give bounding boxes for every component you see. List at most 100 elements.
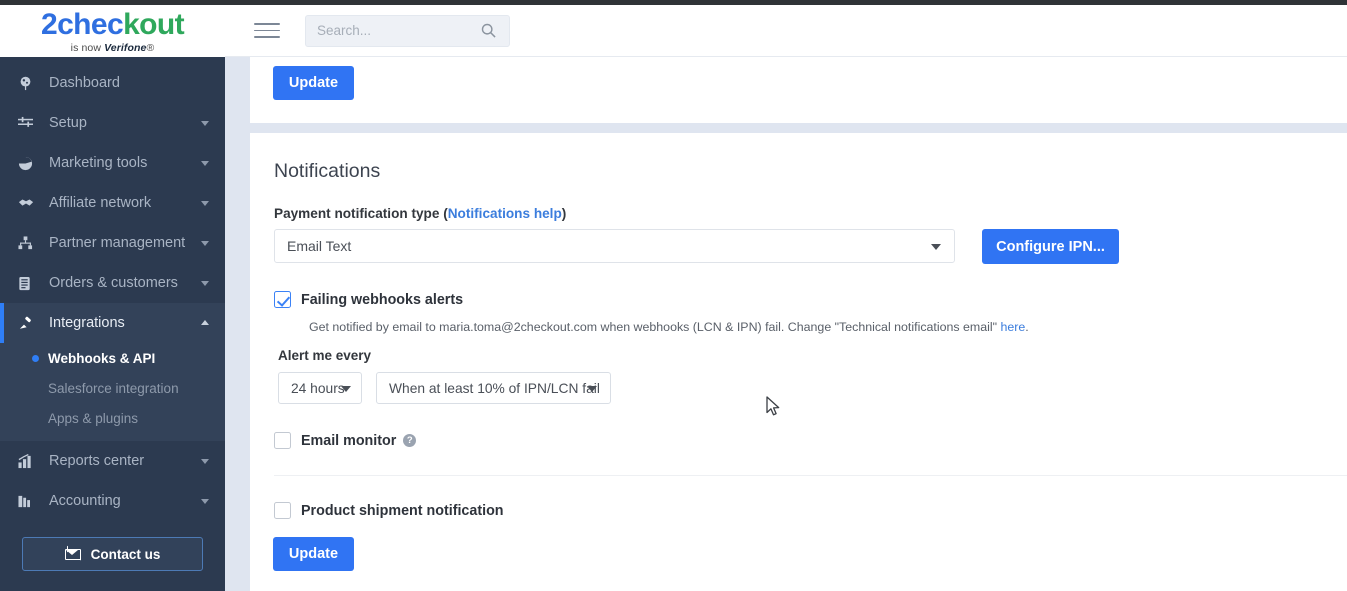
chevron-down-icon bbox=[587, 386, 597, 392]
sidebar-item-label: Affiliate network bbox=[49, 195, 152, 211]
sidebar: 2checkout is now Verifone® Dashboard Set… bbox=[0, 5, 225, 591]
sidebar-item-label: Dashboard bbox=[49, 75, 120, 91]
product-shipment-notification-label: Product shipment notification bbox=[301, 502, 504, 519]
sidebar-item-webhooks-api[interactable]: Webhooks & API bbox=[0, 343, 225, 373]
sidebar-item-integrations[interactable]: Integrations bbox=[0, 303, 225, 343]
integrations-submenu: Webhooks & API Salesforce integration Ap… bbox=[0, 343, 225, 441]
top-header-bar bbox=[225, 5, 1347, 57]
technical-notifications-email-link[interactable]: here bbox=[1000, 320, 1025, 334]
failing-webhooks-alerts-label: Failing webhooks alerts bbox=[301, 291, 464, 308]
email-monitor-row[interactable]: Email monitor ? bbox=[274, 432, 417, 449]
update-button-top[interactable]: Update bbox=[273, 66, 354, 100]
chevron-down-icon[interactable] bbox=[201, 201, 209, 206]
chevron-down-icon[interactable] bbox=[201, 459, 209, 464]
hamburger-line bbox=[254, 36, 280, 39]
alert-condition-select[interactable]: When at least 10% of IPN/LCN fail bbox=[376, 372, 611, 404]
hamburger-line bbox=[254, 23, 280, 25]
sidebar-item-label: Partner management bbox=[49, 235, 186, 251]
payment-notification-type-value: Email Text bbox=[287, 238, 352, 254]
sidebar-item-label: Reports center bbox=[49, 453, 145, 469]
top-settings-card: Update bbox=[250, 57, 1347, 123]
brand-logo[interactable]: 2checkout is now Verifone® bbox=[0, 5, 225, 57]
logo-tagline-tm: ® bbox=[146, 42, 155, 54]
dashboard-icon bbox=[18, 76, 40, 91]
payment-notification-type-label-end: ) bbox=[561, 206, 567, 221]
search-input[interactable] bbox=[306, 23, 471, 38]
logo-tagline: is now Verifone® bbox=[71, 42, 155, 54]
section-divider bbox=[274, 475, 1347, 476]
alert-interval-select[interactable]: 24 hours bbox=[278, 372, 362, 404]
logo-text-primary: 2chec bbox=[40, 8, 124, 41]
sidebar-item-salesforce-integration[interactable]: Salesforce integration bbox=[0, 373, 225, 403]
logo-tagline-brand: Verifone bbox=[104, 42, 147, 54]
payment-notification-type-label: Payment notification type (Notifications… bbox=[274, 206, 566, 221]
sidebar-item-affiliate-network[interactable]: Affiliate network bbox=[0, 183, 225, 223]
notifications-card: Notifications Payment notification type … bbox=[250, 133, 1347, 591]
update-button-bottom[interactable]: Update bbox=[273, 537, 354, 571]
logo-tagline-pre: is now bbox=[70, 42, 105, 54]
sidebar-item-label: Marketing tools bbox=[49, 155, 148, 171]
logo-text-secondary: kout bbox=[123, 8, 185, 41]
question-mark-icon[interactable]: ? bbox=[403, 434, 417, 447]
sidebar-item-marketing-tools[interactable]: Marketing tools bbox=[0, 143, 225, 183]
chevron-down-icon[interactable] bbox=[201, 241, 209, 246]
alert-interval-value: 24 hours bbox=[291, 380, 345, 396]
email-monitor-label: Email monitor bbox=[301, 432, 397, 449]
failing-webhooks-hint-end: . bbox=[1025, 320, 1029, 334]
pie-chart-icon bbox=[18, 156, 40, 171]
hamburger-icon[interactable] bbox=[254, 21, 280, 41]
sidebar-item-accounting[interactable]: Accounting bbox=[0, 481, 225, 521]
submenu-item-label: Salesforce integration bbox=[48, 380, 179, 396]
alert-condition-value: When at least 10% of IPN/LCN fail bbox=[389, 380, 600, 396]
page-title: Notifications bbox=[274, 160, 381, 182]
app-root: 2checkout is now Verifone® Dashboard Set… bbox=[0, 0, 1347, 591]
submenu-item-label: Webhooks & API bbox=[48, 350, 156, 366]
envelope-icon bbox=[64, 548, 81, 560]
contact-us-wrapper: Contact us bbox=[0, 521, 225, 571]
chevron-down-icon[interactable] bbox=[201, 121, 209, 126]
failing-webhooks-alerts-row[interactable]: Failing webhooks alerts bbox=[274, 291, 463, 308]
chevron-down-icon[interactable] bbox=[201, 281, 209, 286]
sidebar-item-orders-customers[interactable]: Orders & customers bbox=[0, 263, 225, 303]
sidebar-item-reports-center[interactable]: Reports center bbox=[0, 441, 225, 481]
email-monitor-checkbox[interactable] bbox=[274, 432, 291, 449]
chevron-down-icon[interactable] bbox=[201, 499, 209, 504]
sidebar-item-label: Accounting bbox=[49, 493, 121, 509]
sidebar-item-dashboard[interactable]: Dashboard bbox=[0, 63, 225, 103]
ledger-icon bbox=[18, 494, 40, 509]
submenu-item-label: Apps & plugins bbox=[48, 410, 139, 426]
sidebar-item-apps-plugins[interactable]: Apps & plugins bbox=[0, 403, 225, 433]
logo-wordmark: 2checkout bbox=[40, 8, 185, 41]
search-box[interactable] bbox=[305, 14, 510, 47]
search-icon[interactable] bbox=[481, 23, 496, 38]
clipboard-icon bbox=[18, 276, 40, 291]
product-shipment-notification-row[interactable]: Product shipment notification bbox=[274, 502, 504, 519]
sidebar-nav: Dashboard Setup Marketing tools Affiliat… bbox=[0, 57, 225, 571]
bar-chart-icon bbox=[18, 453, 40, 469]
product-shipment-notification-checkbox[interactable] bbox=[274, 502, 291, 519]
hamburger-line bbox=[254, 29, 280, 32]
chevron-up-icon[interactable] bbox=[201, 320, 209, 325]
failing-webhooks-hint-text: Get notified by email to maria.toma@2che… bbox=[309, 320, 1001, 334]
handshake-icon bbox=[18, 196, 40, 210]
alert-me-every-label: Alert me every bbox=[278, 348, 372, 363]
chevron-down-icon[interactable] bbox=[201, 161, 209, 166]
org-chart-icon bbox=[18, 235, 40, 251]
sidebar-item-setup[interactable]: Setup bbox=[0, 103, 225, 143]
plug-icon bbox=[18, 316, 40, 331]
chevron-down-icon bbox=[931, 244, 941, 250]
sidebar-item-label: Setup bbox=[49, 115, 87, 131]
sliders-icon bbox=[18, 116, 40, 131]
payment-notification-type-label-text: Payment notification type ( bbox=[274, 206, 448, 221]
sidebar-item-label: Orders & customers bbox=[49, 275, 178, 291]
contact-us-button[interactable]: Contact us bbox=[22, 537, 203, 571]
chevron-down-icon bbox=[341, 386, 351, 392]
payment-notification-type-select[interactable]: Email Text bbox=[274, 229, 955, 263]
contact-us-label: Contact us bbox=[90, 546, 161, 562]
current-page-dot-icon bbox=[32, 354, 39, 362]
sidebar-item-partner-management[interactable]: Partner management bbox=[0, 223, 225, 263]
failing-webhooks-alerts-checkbox[interactable] bbox=[274, 291, 291, 308]
configure-ipn-button[interactable]: Configure IPN... bbox=[982, 229, 1119, 264]
failing-webhooks-hint: Get notified by email to maria.toma@2che… bbox=[309, 320, 1029, 334]
notifications-help-link[interactable]: Notifications help bbox=[448, 206, 562, 221]
